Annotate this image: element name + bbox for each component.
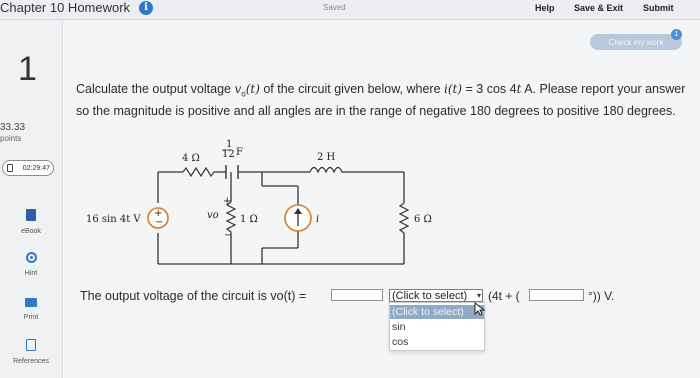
voltage-source-label: 16 sin 4t V [86, 214, 141, 225]
unit-text: °)) V. [588, 289, 615, 303]
function-select[interactable]: (Click to select) ▾ [389, 289, 483, 302]
capacitor-denominator: 12 [222, 149, 235, 160]
resistor-4-ohm-label: 4 Ω [182, 153, 200, 164]
vo-label: vo [207, 210, 219, 221]
vo-plus: + [223, 196, 231, 207]
inductor [309, 166, 346, 174]
magnitude-input[interactable] [331, 289, 383, 301]
capacitor-unit: F [236, 147, 243, 158]
angle-input[interactable] [529, 289, 584, 301]
chevron-down-icon: ▾ [476, 291, 481, 300]
function-select-value: (Click to select) [392, 290, 468, 302]
capacitor [225, 165, 239, 179]
dropdown-option-cos[interactable]: cos [390, 335, 484, 349]
inductor-label: 2 H [317, 152, 336, 163]
mouse-cursor-icon [474, 302, 486, 316]
resistor-6-ohm [398, 202, 410, 234]
answer-prompt: The output voltage of the circuit is vo(… [80, 289, 307, 303]
vo-minus: − [224, 230, 232, 241]
resistor-4-ohm [182, 166, 217, 178]
dropdown-option-sin[interactable]: sin [390, 320, 484, 334]
source-minus: − [155, 217, 163, 228]
circuit-diagram: + − 4 Ω 1 12 F 2 H 16 sin 4t V + vo − 1 … [86, 139, 432, 265]
function-dropdown: (Click to select) sin cos [389, 302, 485, 351]
current-label: i [316, 214, 319, 225]
argument-text: (4t + ( [488, 289, 520, 303]
resistor-6-ohm-label: 6 Ω [414, 214, 432, 225]
dropdown-option-placeholder[interactable]: (Click to select) [390, 305, 484, 319]
resistor-1-ohm-label: 1 Ω [240, 214, 258, 225]
circuit-wires [157, 171, 405, 265]
